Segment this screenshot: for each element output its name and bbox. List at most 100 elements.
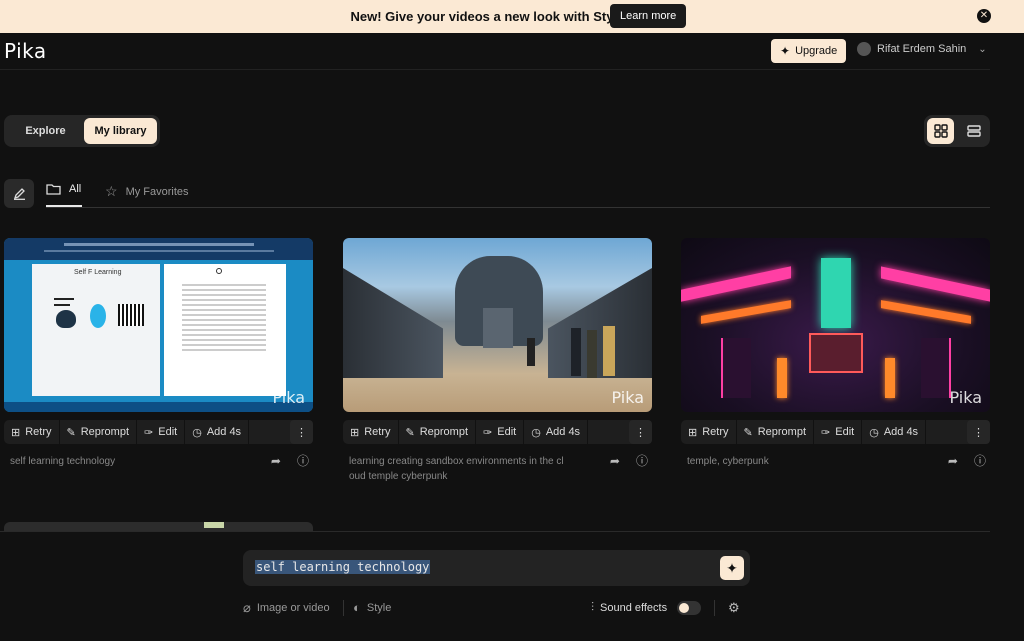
reprompt-label: Reprompt: [419, 426, 469, 438]
generate-button[interactable]: ✦: [720, 556, 744, 580]
share-icon[interactable]: ➦: [271, 454, 281, 469]
add-time-label: Add 4s: [883, 426, 919, 438]
divider: [46, 207, 990, 208]
retry-icon: ⊞: [11, 426, 21, 439]
filter-favorites-label: My Favorites: [125, 185, 189, 198]
card-actions: ⊞ Retry ✎ Reprompt ✑ Edit ◷ Add 4s ⋮: [343, 420, 652, 444]
brush-icon: ✑: [821, 426, 831, 439]
reprompt-label: Reprompt: [757, 426, 807, 438]
edit-button[interactable]: ✑ Edit: [814, 420, 863, 444]
filter-favorites[interactable]: ☆ My Favorites: [105, 183, 189, 200]
announcement-banner: New! Give your videos a new look with St…: [0, 0, 1024, 33]
prompt-caption: self learning technology: [10, 456, 116, 467]
style-label: Style: [366, 601, 392, 614]
card-caption: self learning technology ➦ ⓘ: [4, 454, 313, 469]
retry-label: Retry: [702, 426, 729, 438]
edit-label: Edit: [497, 426, 517, 438]
add-time-button[interactable]: ◷ Add 4s: [862, 420, 927, 444]
reprompt-label: Reprompt: [80, 426, 130, 438]
edit-selection-button[interactable]: [4, 179, 34, 208]
close-icon[interactable]: ✕: [977, 9, 991, 23]
upgrade-label: Upgrade: [795, 45, 838, 57]
chevron-down-icon: ⌄: [978, 43, 987, 55]
clock-plus-icon: ◷: [192, 426, 202, 439]
prompt-caption: temple, cyberpunk: [687, 456, 769, 467]
info-icon[interactable]: ⓘ: [974, 454, 986, 469]
pencil-icon: [13, 188, 25, 200]
add-time-label: Add 4s: [545, 426, 581, 438]
grid-icon: [933, 124, 948, 138]
share-icon[interactable]: ➦: [948, 454, 958, 469]
retry-button[interactable]: ⊞ Retry: [343, 420, 399, 444]
reprompt-button[interactable]: ✎ Reprompt: [60, 420, 138, 444]
user-name: Rifat Erdem Sahin: [877, 43, 967, 55]
edit-button[interactable]: ✑ Edit: [476, 420, 525, 444]
library-tabs: Explore My library: [4, 115, 160, 147]
filter-all[interactable]: All: [46, 183, 81, 195]
more-vertical-icon: ⋮: [973, 426, 984, 439]
add-time-label: Add 4s: [206, 426, 242, 438]
retry-label: Retry: [25, 426, 52, 438]
retry-label: Retry: [364, 426, 391, 438]
upgrade-button[interactable]: ✦ Upgrade: [771, 39, 847, 63]
watermark: Pika: [611, 388, 644, 407]
divider: [343, 600, 344, 616]
clock-plus-icon: ◷: [531, 426, 541, 439]
card-caption: temple, cyberpunk ➦ ⓘ: [681, 454, 990, 469]
prompt-input[interactable]: self learning technology: [255, 560, 431, 574]
retry-button[interactable]: ⊞ Retry: [4, 420, 60, 444]
palette-icon: ◐: [353, 600, 361, 615]
tab-my-library[interactable]: My library: [84, 118, 157, 144]
info-icon[interactable]: ⓘ: [636, 454, 648, 484]
watermark: Pika: [272, 388, 305, 407]
info-icon[interactable]: ⓘ: [297, 454, 309, 469]
paperclip-icon: ⌀: [243, 600, 251, 615]
sparkle-icon: ✦: [780, 44, 791, 58]
add-time-button[interactable]: ◷ Add 4s: [524, 420, 589, 444]
video-card: Pika ⊞ Retry ✎ Reprompt ✑ Edit ◷ Add 4s ⋮ le…: [343, 238, 652, 484]
tab-explore[interactable]: Explore: [7, 118, 84, 144]
sound-effects-toggle[interactable]: ⫶ Sound effects: [591, 600, 702, 615]
sparkle-icon: ✦: [726, 560, 738, 576]
settings-button[interactable]: ⚙: [728, 600, 740, 616]
card-actions: ⊞ Retry ✎ Reprompt ✑ Edit ◷ Add 4s ⋮: [681, 420, 990, 444]
top-header: Pika ✦ Upgrade Rifat Erdem Sahin ⌄: [0, 33, 990, 70]
more-options-button[interactable]: ⋮: [290, 420, 313, 444]
user-menu[interactable]: Rifat Erdem Sahin ⌄: [857, 42, 987, 56]
reprompt-icon: ✎: [743, 426, 753, 439]
view-toggle: [924, 115, 990, 147]
retry-icon: ⊞: [688, 426, 698, 439]
retry-button[interactable]: ⊞ Retry: [681, 420, 737, 444]
sound-effects-switch[interactable]: [677, 600, 702, 615]
grid-view-button[interactable]: [927, 118, 954, 144]
sound-effects-label: Sound effects: [600, 601, 668, 614]
prompt-caption: learning creating sandbox environments i…: [349, 456, 564, 482]
edit-label: Edit: [835, 426, 855, 438]
image-or-video-button[interactable]: ⌀ Image or video: [243, 600, 330, 616]
brush-icon: ✑: [483, 426, 493, 439]
reprompt-button[interactable]: ✎ Reprompt: [399, 420, 477, 444]
more-options-button[interactable]: ⋮: [629, 420, 652, 444]
reprompt-icon: ✎: [405, 426, 415, 439]
watermark: Pika: [949, 388, 982, 407]
share-icon[interactable]: ➦: [610, 454, 620, 484]
list-view-button[interactable]: [960, 118, 987, 144]
style-button[interactable]: ◐ Style: [353, 600, 391, 615]
video-thumbnail[interactable]: Self F Learning Pika: [4, 238, 313, 412]
pika-logo[interactable]: Pika: [4, 39, 47, 63]
list-icon: [966, 125, 981, 137]
sliders-icon: ⚙: [728, 600, 740, 615]
add-time-button[interactable]: ◷ Add 4s: [185, 420, 250, 444]
brush-icon: ✑: [144, 426, 154, 439]
clock-plus-icon: ◷: [869, 426, 879, 439]
video-thumbnail[interactable]: Pika: [343, 238, 652, 412]
waveform-icon: ⫶: [591, 600, 595, 614]
edit-button[interactable]: ✑ Edit: [137, 420, 186, 444]
video-thumbnail[interactable]: Pika: [681, 238, 990, 412]
learn-more-button[interactable]: Learn more: [610, 4, 687, 28]
more-vertical-icon: ⋮: [635, 426, 646, 439]
divider: [0, 531, 990, 532]
card-caption: learning creating sandbox environments i…: [343, 454, 652, 484]
reprompt-button[interactable]: ✎ Reprompt: [737, 420, 815, 444]
more-options-button[interactable]: ⋮: [967, 420, 990, 444]
